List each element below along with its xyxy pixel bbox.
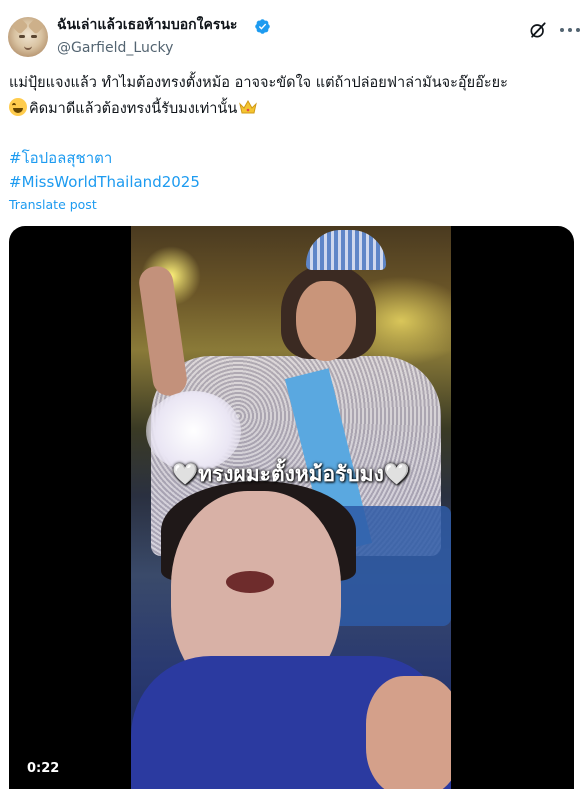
- video-player[interactable]: 🤍ทรงผมะตั้งหม้อรับมง🤍 0:22: [9, 226, 574, 789]
- crown-emoji-icon: [239, 99, 258, 114]
- more-options-icon[interactable]: [560, 28, 580, 34]
- post-text-line-2: คิดมาดีแล้วต้องทรงนี้รับมงเท่านั้น: [9, 98, 258, 120]
- hashtag-link[interactable]: #MissWorldThailand2025: [9, 171, 200, 193]
- translate-post-link[interactable]: Translate post: [9, 196, 97, 214]
- post-text-line-2-text: คิดมาดีแล้วต้องทรงนี้รับมงเท่านั้น: [29, 101, 238, 117]
- author-display-name[interactable]: ฉันเล่าแล้วเธอห้ามบอกใครนะ: [57, 15, 237, 35]
- grok-icon[interactable]: [528, 20, 548, 40]
- verified-badge-icon: [255, 19, 270, 34]
- hashtag-link[interactable]: #โอปอลสุชาตา: [9, 147, 112, 169]
- post-text-line-1: แม่ปุ้ยแจงแล้ว ทำไมต้องทรงตั้งหม้อ อาจจะ…: [9, 75, 508, 91]
- video-duration: 0:22: [20, 758, 67, 779]
- video-caption: 🤍ทรงผมะตั้งหม้อรับมง🤍: [172, 462, 410, 486]
- author-handle[interactable]: @Garfield_Lucky: [57, 38, 173, 58]
- tweet-card: ฉันเล่าแล้วเธอห้ามบอกใครนะ @Garfield_Luc…: [0, 0, 587, 789]
- laughing-emoji-icon: [9, 98, 27, 116]
- video-frame[interactable]: 🤍ทรงผมะตั้งหม้อรับมง🤍: [131, 226, 451, 789]
- author-avatar[interactable]: [8, 17, 48, 57]
